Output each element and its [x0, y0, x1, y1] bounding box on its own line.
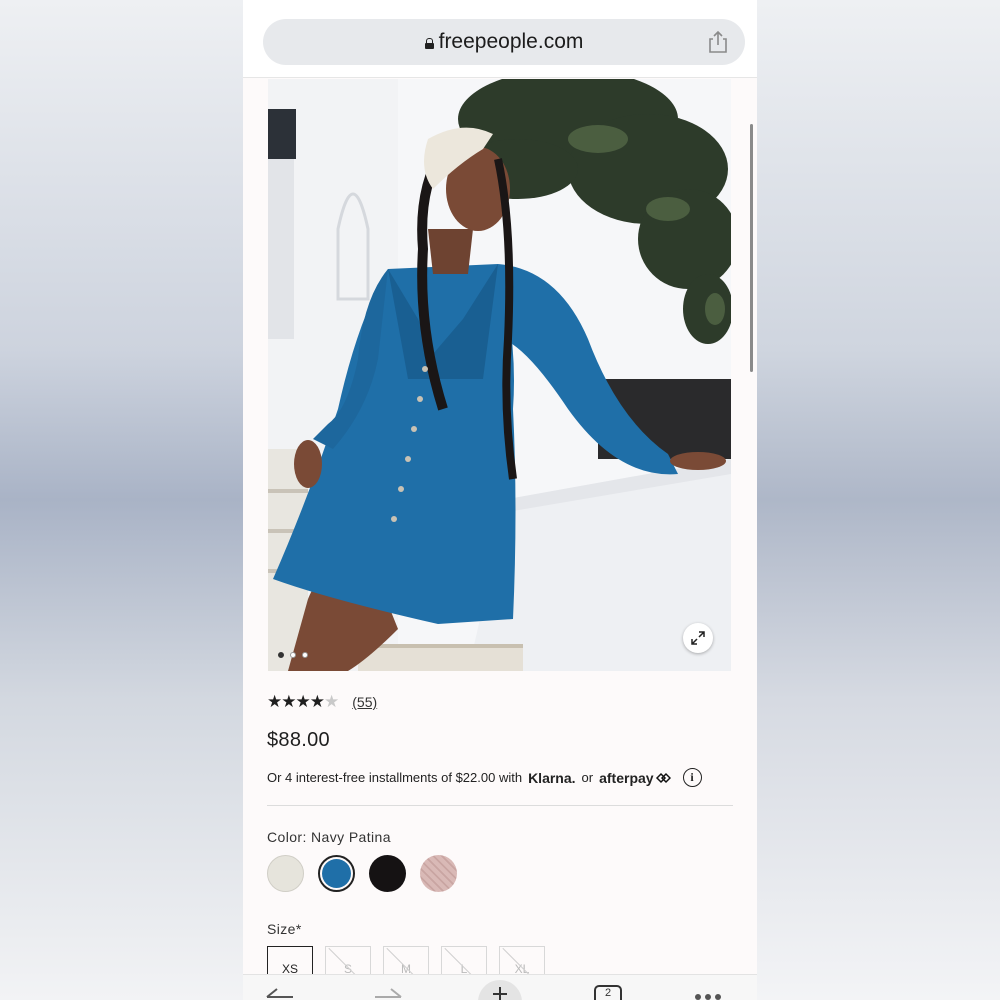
- forward-arrow-icon[interactable]: [373, 985, 403, 1000]
- afterpay-arrows-icon: [655, 772, 671, 783]
- installments-info: Or 4 interest-free installments of $22.0…: [267, 768, 702, 787]
- color-swatches: [267, 855, 457, 892]
- carousel-dot[interactable]: [302, 652, 308, 658]
- star-empty-icon: ★: [324, 692, 339, 711]
- browser-bottom-bar: 2: [243, 974, 757, 1000]
- back-arrow-icon[interactable]: [265, 985, 295, 1000]
- product-rating: ★ ★ ★ ★ ★ (55): [267, 692, 377, 712]
- background-right: [757, 0, 1000, 1000]
- lock-icon: [424, 37, 434, 49]
- swatch-pink[interactable]: [420, 855, 457, 892]
- phone-screen: freepeople.com ★ ★ ★ ★ ★ (55) $88.00 Or …: [243, 0, 757, 1000]
- star-icon: ★: [309, 692, 325, 711]
- carousel-dot[interactable]: [290, 652, 296, 658]
- expand-icon: [691, 631, 705, 645]
- klarna-logo[interactable]: Klarna.: [528, 770, 575, 786]
- swatch-black[interactable]: [369, 855, 406, 892]
- product-price: $88.00: [267, 729, 330, 751]
- product-image[interactable]: [268, 79, 731, 671]
- background-left: [0, 0, 243, 1000]
- size-label: Size*: [267, 921, 302, 937]
- url-text: freepeople.com: [438, 30, 584, 53]
- swatch-cream[interactable]: [267, 855, 304, 892]
- share-icon[interactable]: [707, 30, 729, 54]
- address-bar[interactable]: freepeople.com: [263, 19, 745, 65]
- installments-text: Or 4 interest-free installments of $22.0…: [267, 770, 523, 785]
- info-icon[interactable]: i: [682, 768, 702, 787]
- carousel-dot[interactable]: [278, 652, 284, 658]
- swatch-navy-patina[interactable]: [318, 855, 355, 892]
- scrollbar[interactable]: [750, 124, 753, 372]
- color-label: Color: Navy Patina: [267, 829, 391, 845]
- star-icon: ★: [267, 692, 282, 711]
- browser-toolbar: freepeople.com: [243, 0, 757, 78]
- afterpay-logo[interactable]: afterpay: [599, 770, 653, 786]
- image-carousel-dots[interactable]: [278, 652, 308, 658]
- more-icon[interactable]: [693, 993, 723, 1000]
- review-count-link[interactable]: (55): [352, 694, 377, 710]
- star-icon: ★: [281, 692, 296, 711]
- tabs-button[interactable]: 2: [594, 985, 622, 1000]
- expand-image-button[interactable]: [683, 623, 713, 653]
- new-tab-plus-icon[interactable]: [477, 979, 523, 1000]
- star-icon: ★: [295, 692, 311, 711]
- product-photo: [268, 79, 731, 671]
- divider: [267, 805, 733, 806]
- tab-count: 2: [604, 987, 612, 999]
- installments-or: or: [581, 770, 594, 785]
